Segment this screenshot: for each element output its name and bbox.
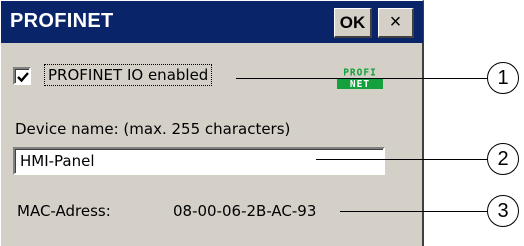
checkmark-icon [17,72,29,83]
dialog-title: PROFINET [10,10,114,32]
callout-3: 3 [487,195,519,227]
close-button[interactable]: × [378,8,414,38]
device-name-input[interactable]: HMI-Panel [13,147,385,175]
logo-line2: NET [350,79,370,90]
device-name-label: Device name: (max. 255 characters) [15,120,291,138]
mac-address-value: 08-00-06-2B-AC-93 [173,202,317,220]
callout-line-3 [340,211,487,212]
logo-line1: PROFI [343,68,377,79]
callout-2: 2 [487,143,519,175]
callout-1: 1 [487,62,519,94]
profinet-io-checkbox[interactable] [13,67,31,85]
title-bar[interactable]: PROFINET OK × [1,1,423,43]
close-icon: × [389,11,402,33]
callout-line-2 [316,159,487,160]
profinet-io-label[interactable]: PROFINET IO enabled [43,64,213,86]
mac-address-label: MAC-Adress: [17,202,111,220]
profinet-dialog: PROFINET OK × PROFINET IO enabled PROFI … [0,0,424,246]
callout-line-1 [236,78,487,79]
ok-button[interactable]: OK [334,8,372,38]
